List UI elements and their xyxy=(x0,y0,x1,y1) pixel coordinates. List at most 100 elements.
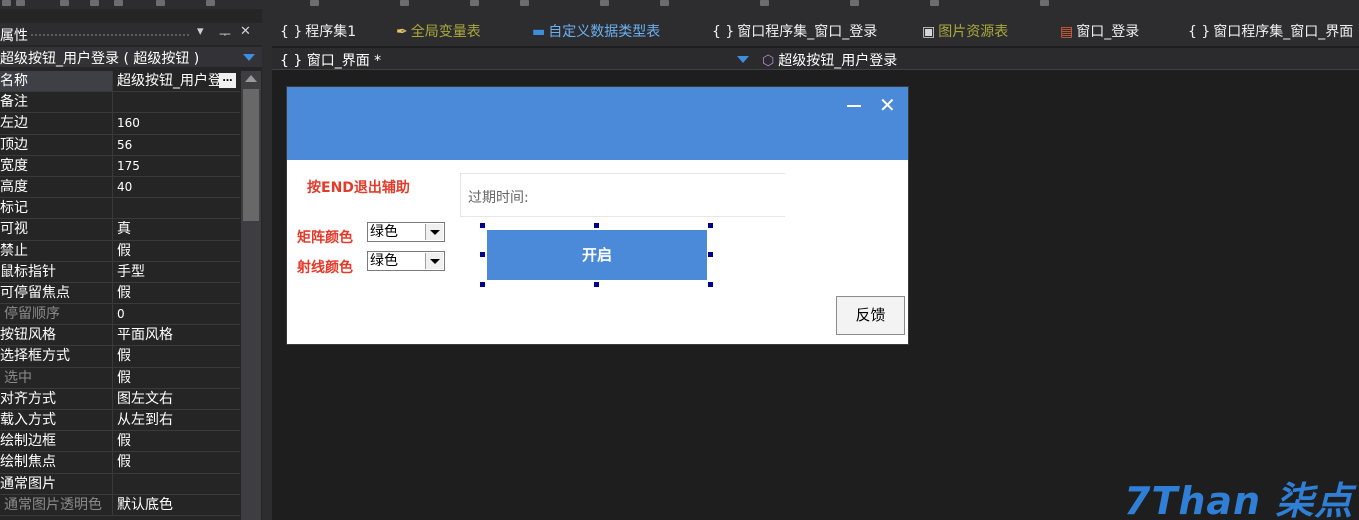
toolbar-icon[interactable] xyxy=(2,0,11,6)
minimize-icon[interactable] xyxy=(847,105,861,107)
nav-window-selector[interactable]: { } 窗口_界面 * xyxy=(280,50,381,70)
chevron-down-icon[interactable] xyxy=(425,253,443,269)
property-row[interactable]: 备注 xyxy=(0,92,240,114)
splitter[interactable] xyxy=(262,9,272,520)
chevron-down-icon[interactable] xyxy=(425,224,443,240)
property-value[interactable]: 图左文右 xyxy=(117,389,240,409)
scrollbar[interactable] xyxy=(241,71,261,520)
property-row[interactable]: 顶边 56 xyxy=(0,134,240,156)
nav-control-selector[interactable]: ⬡ 超级按钮_用户登录 xyxy=(762,50,897,70)
toolbar-icon[interactable] xyxy=(520,0,529,6)
feedback-button[interactable]: 反馈 xyxy=(836,296,905,335)
property-value[interactable] xyxy=(117,198,240,218)
property-value[interactable]: 默认底色 xyxy=(117,495,240,515)
property-value[interactable]: 56 xyxy=(117,135,240,155)
property-row[interactable]: 标记 xyxy=(0,198,240,220)
property-name: 绘制边框 xyxy=(0,431,113,452)
property-value[interactable]: 0 xyxy=(117,304,240,324)
property-row[interactable]: 通常图片 xyxy=(0,473,240,495)
resize-handle[interactable] xyxy=(480,252,485,257)
property-row[interactable]: 绘制焦点假 xyxy=(0,452,240,474)
property-row[interactable]: 禁止假 xyxy=(0,240,240,262)
property-row[interactable]: 鼠标指针 手型 xyxy=(0,261,240,283)
tab-custom-types[interactable]: ▬ 自定义数据类型表 xyxy=(532,21,660,41)
toolbar-icon[interactable] xyxy=(90,0,99,6)
resize-handle[interactable] xyxy=(480,223,485,228)
start-button[interactable]: 开启 xyxy=(487,230,707,280)
toolbar-icon[interactable] xyxy=(600,0,609,6)
property-value[interactable] xyxy=(117,92,240,112)
property-value[interactable] xyxy=(117,474,240,494)
property-row[interactable]: 高度 40 xyxy=(0,176,240,199)
object-selector[interactable]: 超级按钮_用户登录 ( 超级按钮 ) xyxy=(0,47,262,67)
resize-handle[interactable] xyxy=(708,282,713,287)
toolbar-icon[interactable] xyxy=(114,0,123,6)
toolbar-icon[interactable] xyxy=(660,0,669,6)
property-row[interactable]: 绘制边框假 xyxy=(0,431,240,453)
resize-handle[interactable] xyxy=(708,223,713,228)
property-value[interactable]: 手型 xyxy=(117,262,240,282)
toolbar-icon[interactable] xyxy=(850,0,859,6)
toolbar-icon[interactable] xyxy=(760,0,769,6)
toolbar-icon[interactable] xyxy=(206,0,215,6)
chevron-down-icon[interactable] xyxy=(243,54,255,61)
property-value[interactable]: 真 xyxy=(117,219,240,239)
resize-handle[interactable] xyxy=(594,282,599,287)
scroll-up-icon[interactable] xyxy=(245,75,257,82)
chevron-down-icon[interactable] xyxy=(737,56,749,63)
property-row[interactable]: 停留顺序 0 xyxy=(0,304,240,326)
scroll-thumb[interactable] xyxy=(243,89,259,221)
tab-global-vars[interactable]: ✒ 全局变量表 xyxy=(396,21,481,41)
property-row[interactable]: 可停留焦点假 xyxy=(0,282,240,305)
toolbar-icon[interactable] xyxy=(400,0,409,6)
tab-main-window-program[interactable]: { } 窗口程序集_窗口_界面 xyxy=(1188,21,1353,41)
property-value[interactable]: 160 xyxy=(117,113,240,133)
toolbar-icon[interactable] xyxy=(60,0,69,6)
property-value[interactable]: 假 xyxy=(117,283,240,303)
property-row[interactable]: 选择框方式假 xyxy=(0,346,240,368)
property-row[interactable]: 可视真 xyxy=(0,219,240,241)
toolbar-icon[interactable] xyxy=(1040,0,1049,6)
close-icon[interactable]: ✕ xyxy=(240,24,251,39)
property-value[interactable]: 40 xyxy=(117,177,240,197)
panel-grip[interactable] xyxy=(30,33,190,37)
property-value[interactable]: 假 xyxy=(117,452,240,472)
ellipsis-button[interactable]: … xyxy=(219,73,236,88)
resize-handle[interactable] xyxy=(480,282,485,287)
matrix-color-select[interactable]: 绿色 xyxy=(367,222,445,242)
property-value[interactable]: 假 xyxy=(117,368,240,388)
toolbar-icon[interactable] xyxy=(930,0,939,6)
tab-image-resources[interactable]: ▣ 图片资源表 xyxy=(922,21,1008,41)
designed-form[interactable]: ✕ 按END退出辅助 过期时间: 矩阵颜色 绿色 射线颜色 绿色 开启 反馈 xyxy=(286,86,909,345)
close-icon[interactable]: ✕ xyxy=(879,95,896,115)
resize-handle[interactable] xyxy=(594,223,599,228)
ray-color-value: 绿色 xyxy=(370,253,398,269)
property-value[interactable]: 假 xyxy=(117,241,240,261)
property-value[interactable]: 假 xyxy=(117,431,240,451)
toolbar-icon[interactable] xyxy=(470,0,479,6)
property-name: 宽度 xyxy=(0,155,113,176)
toolbar-icon[interactable] xyxy=(310,0,319,6)
property-value[interactable]: 平面风格 xyxy=(117,325,240,345)
property-row[interactable]: 按钮风格 平面风格 xyxy=(0,325,240,347)
property-row[interactable]: 左边 160 xyxy=(0,113,240,135)
property-value[interactable]: 假 xyxy=(117,346,240,366)
property-value[interactable]: 从左到右 xyxy=(117,410,240,430)
toolbar-icon[interactable] xyxy=(16,0,25,6)
property-row[interactable]: 宽度 175 xyxy=(0,155,240,177)
tab-login-window[interactable]: ▤ 窗口_登录 xyxy=(1060,21,1139,41)
property-row[interactable]: 载入方式 从左到右 xyxy=(0,410,240,432)
ray-color-select[interactable]: 绿色 xyxy=(367,251,445,271)
pin-icon[interactable]: ᅮ xyxy=(219,24,231,43)
resize-handle[interactable] xyxy=(708,252,713,257)
property-row[interactable]: 名称 超级按钮_用户登… xyxy=(0,71,240,93)
tab-program-set[interactable]: { } 程序集1 xyxy=(280,21,356,41)
panel-dropdown-icon[interactable]: ▾ xyxy=(197,24,204,39)
tab-login-window-program[interactable]: { } 窗口程序集_窗口_登录 xyxy=(712,21,877,41)
property-row[interactable]: 对齐方式 图左文右 xyxy=(0,388,240,410)
property-value[interactable]: 175 xyxy=(117,156,240,176)
toolbar-icon[interactable] xyxy=(156,0,165,6)
property-row[interactable]: 通常图片透明色 默认底色 xyxy=(0,494,240,516)
property-row[interactable]: 选中假 xyxy=(0,367,240,389)
panel-title-bar: 属性 ▾ ᅮ ✕ xyxy=(0,23,262,45)
